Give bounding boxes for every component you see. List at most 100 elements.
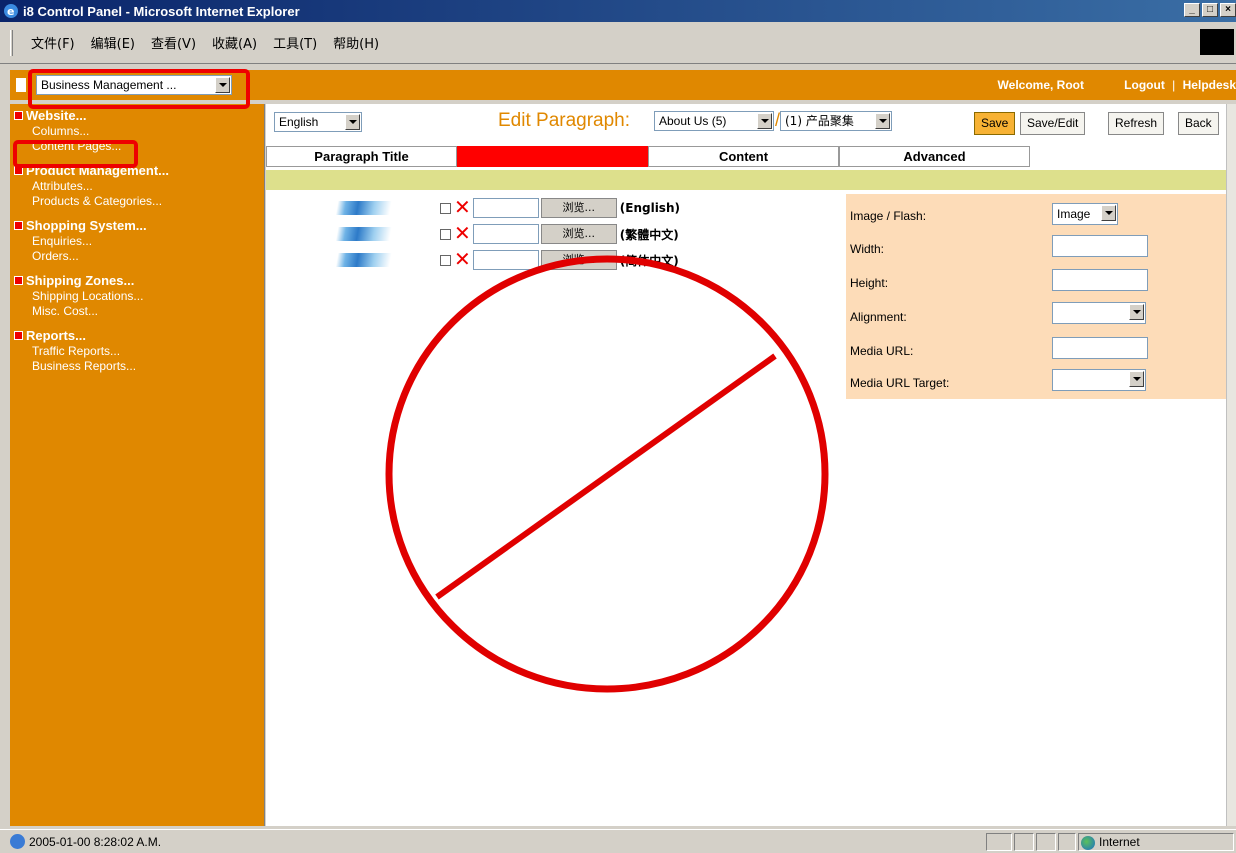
helpdesk-link[interactable]: Helpdesk <box>1183 78 1236 92</box>
media-checkbox[interactable] <box>440 228 451 240</box>
media-url-input[interactable] <box>1052 337 1148 359</box>
sidebar-item-shipping-locations[interactable]: Shipping Locations... <box>10 289 264 304</box>
chevron-down-icon[interactable] <box>757 113 772 129</box>
page-icon <box>10 834 25 849</box>
media-language-label: (简体中文) <box>619 253 679 268</box>
menu-view[interactable]: 查看(V) <box>151 33 196 52</box>
sidebar-item-columns[interactable]: Columns... <box>10 124 264 139</box>
ie-icon: e <box>4 4 18 18</box>
link-separator: | <box>1172 78 1176 92</box>
globe-icon <box>1081 835 1095 850</box>
language-select-value: English <box>279 115 319 129</box>
minimize-button[interactable]: _ <box>1184 3 1200 17</box>
browse-button[interactable]: 浏览... <box>540 224 617 244</box>
sidebar-section-shopping-system[interactable]: Shopping System... <box>10 216 264 234</box>
menu-file[interactable]: 文件(F) <box>31 33 75 52</box>
image-flash-select[interactable]: Image <box>1052 203 1118 225</box>
annotation-box-module-select <box>28 69 250 109</box>
media-checkbox[interactable] <box>440 254 451 266</box>
bullet-icon <box>14 330 23 340</box>
menu-edit[interactable]: 编辑(E) <box>91 33 135 52</box>
media-thumbnail <box>334 253 414 267</box>
chevron-down-icon[interactable] <box>875 113 890 129</box>
sidebar: Website... Columns... Content Pages... P… <box>10 104 265 826</box>
main-content: English Edit Paragraph: About Us (5) / (… <box>266 104 1226 826</box>
height-label: Height: <box>850 276 889 290</box>
menu-help[interactable]: 帮助(H) <box>333 33 379 52</box>
zone-label: Internet <box>1099 835 1140 849</box>
delete-icon[interactable]: ✕ <box>454 224 471 244</box>
media-properties-panel: Image / Flash: Image Width: Height: Alig… <box>846 194 1226 399</box>
sidebar-item-misc-cost[interactable]: Misc. Cost... <box>10 304 264 319</box>
window-title: i8 Control Panel - Microsoft Internet Ex… <box>23 3 300 19</box>
window-title-bar: e i8 Control Panel - Microsoft Internet … <box>0 0 1236 22</box>
logout-link[interactable]: Logout <box>1124 78 1165 92</box>
width-label: Width: <box>850 242 885 256</box>
back-button[interactable]: Back <box>1178 112 1219 135</box>
refresh-button[interactable]: Refresh <box>1108 112 1165 135</box>
media-url-label: Media URL: <box>850 344 914 358</box>
tab-strip: Paragraph Title Media Content Advanced <box>266 146 1030 167</box>
delete-icon[interactable]: ✕ <box>454 198 471 218</box>
alignment-label: Alignment: <box>850 310 907 324</box>
delete-icon[interactable]: ✕ <box>454 250 471 270</box>
close-button[interactable]: × <box>1220 3 1236 17</box>
media-row-traditional-chinese: ✕ 浏览... (繁體中文) <box>334 223 679 245</box>
media-url-target-select[interactable] <box>1052 369 1146 391</box>
status-cell <box>1036 833 1056 851</box>
sidebar-section-shipping-zones[interactable]: Shipping Zones... <box>10 271 264 289</box>
media-url-target-label: Media URL Target: <box>850 376 950 390</box>
chevron-down-icon[interactable] <box>1129 371 1144 387</box>
browse-button[interactable]: 浏览... <box>540 250 617 270</box>
sidebar-item-attributes[interactable]: Attributes... <box>10 179 264 194</box>
media-file-input[interactable] <box>472 198 539 218</box>
height-input[interactable] <box>1052 269 1148 291</box>
menu-tools[interactable]: 工具(T) <box>273 33 317 52</box>
status-bar: 2005-01-00 8:28:02 A.M. Internet <box>0 829 1236 853</box>
alignment-select[interactable] <box>1052 302 1146 324</box>
sidebar-item-orders[interactable]: Orders... <box>10 249 264 264</box>
chevron-down-icon[interactable] <box>345 114 360 130</box>
edit-paragraph-title: Edit Paragraph: <box>498 110 631 131</box>
paragraph-select-value: (1) 产品聚集 <box>785 114 854 128</box>
chevron-down-icon[interactable] <box>1101 205 1116 221</box>
status-cell <box>986 833 1012 851</box>
tab-media[interactable]: Media <box>457 146 648 167</box>
status-cell <box>1058 833 1076 851</box>
page-select[interactable]: About Us (5) <box>654 111 774 131</box>
save-button[interactable]: Save <box>974 112 1016 135</box>
browse-button[interactable]: 浏览... <box>540 198 617 218</box>
section-band <box>266 170 1226 190</box>
tab-paragraph-title[interactable]: Paragraph Title <box>266 146 457 167</box>
sidebar-item-traffic-reports[interactable]: Traffic Reports... <box>10 344 264 359</box>
media-thumbnail <box>334 227 414 241</box>
vertical-scrollbar[interactable] <box>1226 104 1236 826</box>
sidebar-item-enquiries[interactable]: Enquiries... <box>10 234 264 249</box>
status-cell <box>1014 833 1034 851</box>
svg-text:e: e <box>7 5 14 18</box>
paragraph-select[interactable]: (1) 产品聚集 <box>780 111 892 131</box>
sidebar-section-reports[interactable]: Reports... <box>10 326 264 344</box>
width-input[interactable] <box>1052 235 1148 257</box>
media-file-input[interactable] <box>472 224 539 244</box>
media-file-input[interactable] <box>472 250 539 270</box>
tab-content[interactable]: Content <box>648 146 839 167</box>
language-select[interactable]: English <box>274 112 362 132</box>
save-edit-button[interactable]: Save/Edit <box>1020 112 1086 135</box>
bullet-icon <box>14 110 23 120</box>
image-flash-label: Image / Flash: <box>850 209 927 223</box>
media-checkbox[interactable] <box>440 202 451 214</box>
chevron-down-icon[interactable] <box>1129 304 1144 320</box>
windows-logo-icon <box>1200 29 1234 55</box>
page-select-value: About Us (5) <box>659 114 727 128</box>
maximize-button[interactable]: □ <box>1202 3 1218 17</box>
security-zone: Internet <box>1078 833 1234 851</box>
section-title: Shipping Zones... <box>26 272 135 288</box>
sidebar-item-products-categories[interactable]: Products & Categories... <box>10 194 264 209</box>
menu-favorites[interactable]: 收藏(A) <box>212 33 257 52</box>
menu-toggle-icon[interactable] <box>16 78 26 92</box>
tab-advanced[interactable]: Advanced <box>839 146 1030 167</box>
sidebar-item-business-reports[interactable]: Business Reports... <box>10 359 264 374</box>
section-title: Reports... <box>26 327 86 343</box>
welcome-text: Welcome, Root <box>997 78 1084 92</box>
